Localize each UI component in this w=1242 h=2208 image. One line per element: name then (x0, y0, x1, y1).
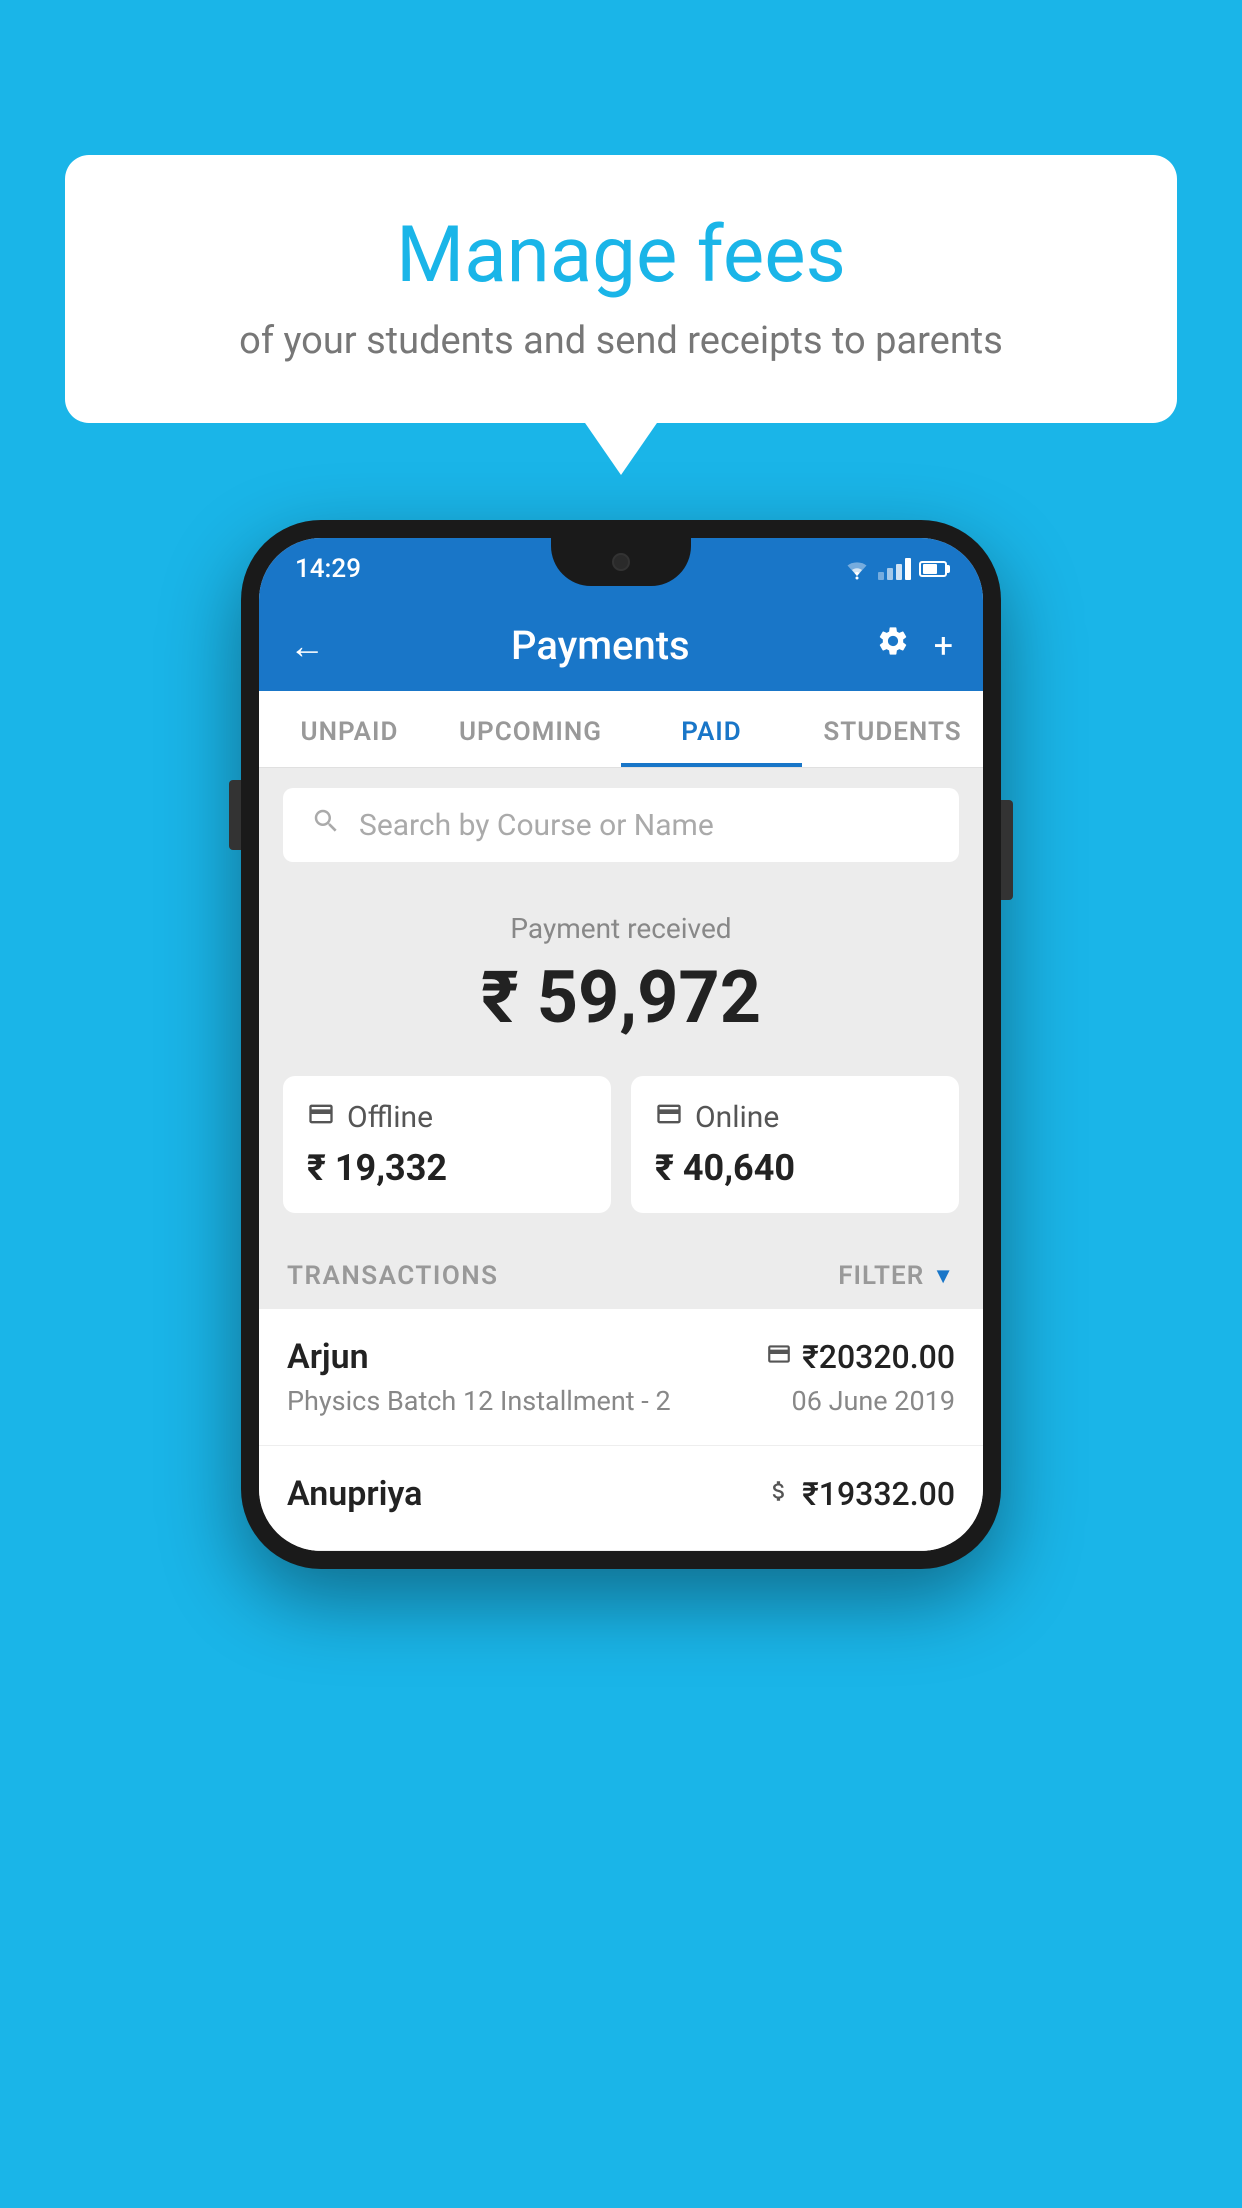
transaction-amount: ₹20320.00 (802, 1338, 955, 1376)
speech-bubble-container: Manage fees of your students and send re… (65, 155, 1177, 423)
filter-button[interactable]: FILTER ▼ (838, 1261, 955, 1291)
payment-label: Payment received (283, 912, 959, 945)
back-button[interactable]: ← (289, 625, 325, 667)
transaction-top: Arjun ₹20320.00 (287, 1337, 955, 1377)
cash-icon (766, 1478, 792, 1504)
transaction-amount-wrap: ₹20320.00 (766, 1338, 955, 1376)
phone-outer: 14:29 (241, 520, 1001, 1569)
search-input[interactable]: Search by Course or Name (359, 808, 714, 843)
transaction-row[interactable]: Arjun ₹20320.00 Physics Batch 12 Install… (259, 1309, 983, 1446)
battery-icon (919, 561, 947, 577)
card-icon (766, 1341, 792, 1367)
online-label: Online (695, 1100, 779, 1135)
transaction-name: Arjun (287, 1337, 369, 1377)
search-magnifier-icon (311, 806, 341, 836)
payment-cards: Offline ₹ 19,332 Online ₹ 40,640 (259, 1076, 983, 1243)
speech-bubble-subtitle: of your students and send receipts to pa… (125, 319, 1117, 363)
online-payment-icon (655, 1100, 683, 1128)
offline-card-top: Offline (307, 1100, 587, 1135)
add-button[interactable]: + (934, 626, 953, 666)
online-amount: ₹ 40,640 (655, 1147, 935, 1189)
online-payment-type-icon (766, 1341, 792, 1374)
transaction-amount: ₹19332.00 (802, 1475, 955, 1513)
status-time: 14:29 (295, 554, 361, 584)
notch (551, 538, 691, 586)
transaction-date: 06 June 2019 (792, 1385, 955, 1417)
offline-label: Offline (347, 1100, 433, 1135)
online-icon (655, 1100, 683, 1135)
offline-payment-icon (307, 1100, 335, 1128)
nav-title: Payments (511, 622, 690, 669)
speech-bubble: Manage fees of your students and send re… (65, 155, 1177, 423)
status-icons (844, 558, 947, 580)
tab-upcoming[interactable]: UPCOMING (440, 691, 621, 767)
transaction-course: Physics Batch 12 Installment - 2 (287, 1385, 671, 1417)
status-bar: 14:29 (259, 538, 983, 600)
transaction-bottom: Physics Batch 12 Installment - 2 06 June… (287, 1385, 955, 1417)
tabs-bar: UNPAID UPCOMING PAID STUDENTS (259, 691, 983, 768)
online-card-top: Online (655, 1100, 935, 1135)
nav-icons: + (876, 624, 953, 667)
tab-students[interactable]: STUDENTS (802, 691, 983, 767)
transaction-name: Anupriya (287, 1474, 422, 1514)
signal-icon (878, 558, 911, 580)
payment-received-section: Payment received ₹ 59,972 (259, 882, 983, 1076)
nav-bar: ← Payments + (259, 600, 983, 691)
camera (612, 553, 630, 571)
search-icon (311, 806, 341, 844)
online-card: Online ₹ 40,640 (631, 1076, 959, 1213)
wifi-icon (844, 558, 870, 580)
filter-icon: ▼ (932, 1263, 955, 1289)
tab-paid[interactable]: PAID (621, 691, 802, 767)
filter-label: FILTER (838, 1261, 924, 1291)
search-section: Search by Course or Name (259, 768, 983, 882)
offline-icon (307, 1100, 335, 1135)
phone-container: 14:29 (241, 520, 1001, 1569)
search-bar[interactable]: Search by Course or Name (283, 788, 959, 862)
transaction-top: Anupriya ₹19332.00 (287, 1474, 955, 1514)
speech-bubble-title: Manage fees (125, 210, 1117, 301)
offline-payment-type-icon (766, 1478, 792, 1511)
offline-card: Offline ₹ 19,332 (283, 1076, 611, 1213)
transaction-row[interactable]: Anupriya ₹19332.00 (259, 1446, 983, 1551)
settings-button[interactable] (876, 624, 910, 667)
transactions-header: TRANSACTIONS FILTER ▼ (259, 1243, 983, 1309)
transaction-amount-wrap: ₹19332.00 (766, 1475, 955, 1513)
offline-amount: ₹ 19,332 (307, 1147, 587, 1189)
phone-screen: 14:29 (259, 538, 983, 1551)
gear-icon (876, 624, 910, 658)
transactions-label: TRANSACTIONS (287, 1261, 499, 1291)
tab-unpaid[interactable]: UNPAID (259, 691, 440, 767)
payment-amount: ₹ 59,972 (283, 955, 959, 1040)
